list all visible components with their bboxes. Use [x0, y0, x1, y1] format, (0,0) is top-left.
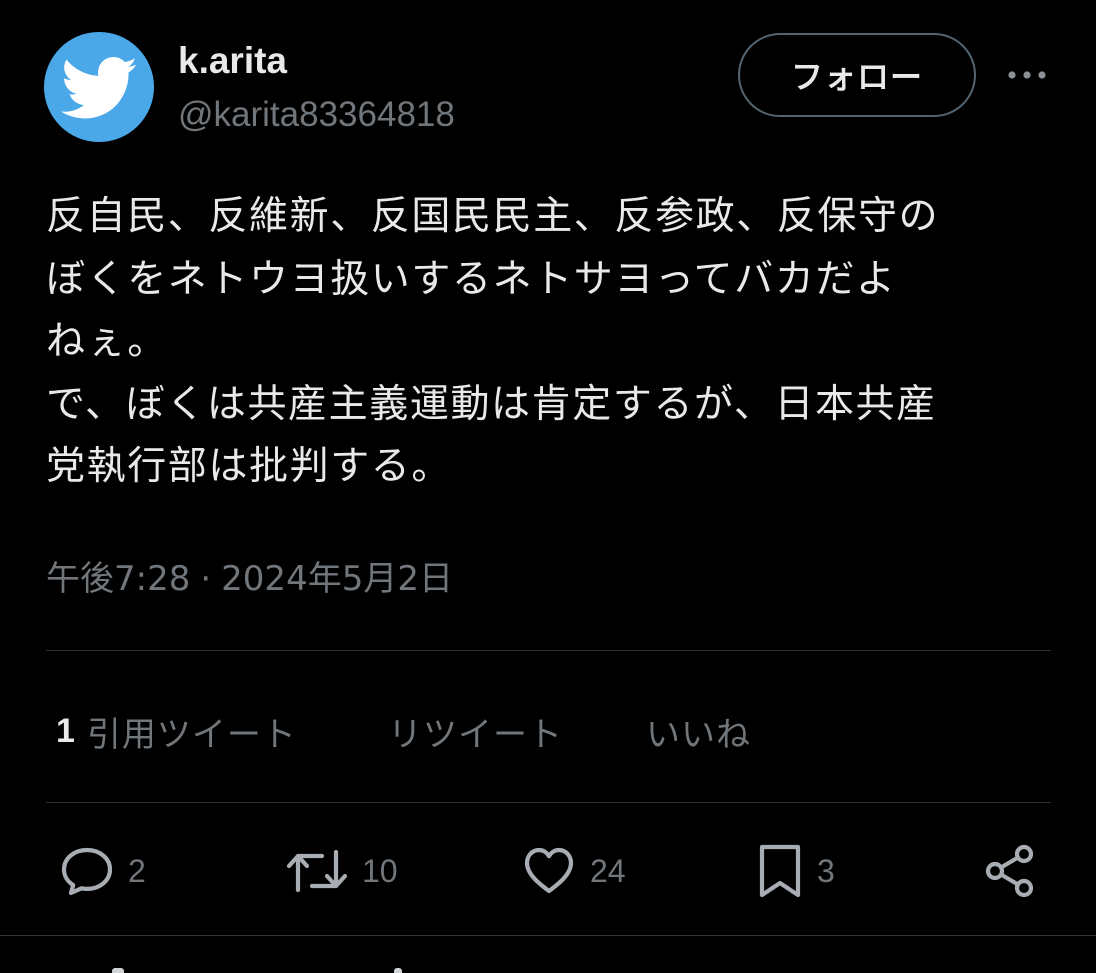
retweets-stat[interactable]: リツイート [388, 707, 563, 756]
tweet-text-line: で、ぼくは共産主義運動は肯定するが、日本共産 [46, 381, 937, 427]
peek-fragment [112, 968, 124, 973]
bookmark-count: 3 [817, 852, 835, 889]
peek-fragment [394, 968, 402, 973]
tweet-text-line: ねぇ。 [46, 319, 168, 364]
heart-icon [524, 847, 574, 894]
share-icon [985, 844, 1034, 898]
retweet-count: 10 [362, 852, 398, 889]
tweet-text-line: ぼくをネトウヨ扱いするネトサヨってバカだよ [46, 256, 897, 302]
divider [46, 650, 1051, 651]
more-dots-icon [1008, 71, 1046, 79]
quote-tweets-stat[interactable]: 1 引用ツイート [56, 707, 297, 756]
quote-tweets-label: 引用ツイート [86, 714, 297, 755]
tweet-text: 反自民、反維新、反国民民主、反参政、反保守の ぼくをネトウヨ扱いするネトサヨって… [46, 186, 1056, 499]
tweet-timestamp[interactable]: 午後7:28 · 2024年5月2日 [46, 556, 453, 602]
retweets-label: リツイート [388, 714, 563, 755]
tweet-date: 2024年5月2日 [221, 559, 453, 599]
bookmark-icon [759, 844, 801, 898]
follow-button[interactable]: フォロー [738, 33, 976, 117]
tweet-time: 午後7:28 [46, 559, 191, 599]
divider [46, 802, 1051, 803]
twitter-bird-icon [61, 57, 138, 119]
quote-tweets-count: 1 [56, 711, 75, 750]
display-name[interactable]: k.arita [178, 38, 287, 84]
timestamp-separator: · [200, 559, 212, 599]
like-button[interactable]: 24 [522, 838, 626, 904]
reply-icon [61, 847, 113, 896]
retweet-icon [286, 849, 348, 893]
like-count: 24 [590, 852, 626, 889]
reply-count: 2 [128, 852, 146, 889]
next-item-peek [0, 960, 1096, 973]
more-options-button[interactable] [1002, 58, 1052, 92]
tweet-text-line: 党執行部は批判する。 [46, 444, 453, 489]
tweet-text-line: 反自民、反維新、反国民民主、反参政、反保守の [46, 194, 940, 239]
retweet-button[interactable]: 10 [286, 838, 398, 904]
avatar[interactable] [44, 32, 154, 142]
divider [0, 935, 1096, 936]
tweet: k.arita @karita83364818 フォロー 反自民、反維新、反国民… [0, 0, 1096, 973]
likes-label: いいね [646, 714, 751, 755]
action-bar: 2 10 24 3 [0, 838, 1096, 904]
user-handle[interactable]: @karita83364818 [178, 92, 455, 138]
share-button[interactable] [984, 838, 1036, 904]
reply-button[interactable]: 2 [60, 838, 146, 904]
likes-stat[interactable]: いいね [646, 707, 751, 756]
bookmark-button[interactable]: 3 [757, 838, 835, 904]
